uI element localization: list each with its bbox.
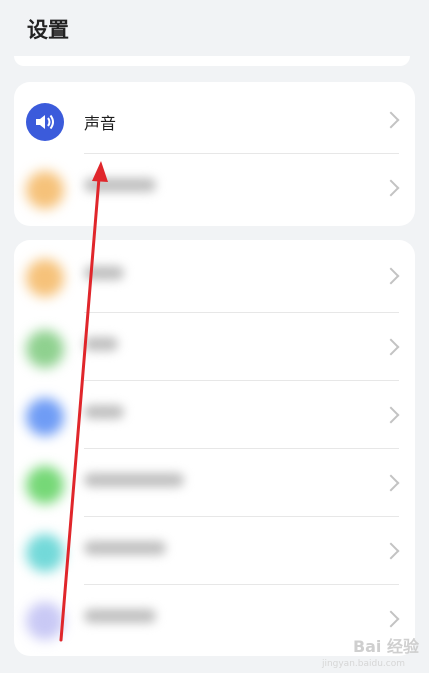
blurred-label xyxy=(84,541,166,555)
settings-item[interactable] xyxy=(14,449,415,517)
chevron-right-icon xyxy=(382,474,400,492)
blurred-label xyxy=(84,266,124,280)
chevron-right-icon xyxy=(382,542,400,560)
blurred-icon xyxy=(26,171,64,209)
blurred-label xyxy=(84,609,156,623)
watermark: Bai 经验 xyxy=(352,637,419,656)
settings-card-sound: 声音 xyxy=(14,82,415,226)
settings-item-label: 声音 xyxy=(84,114,117,133)
chevron-right-icon xyxy=(382,111,400,129)
blurred-icon xyxy=(26,466,64,504)
settings-card-more xyxy=(14,240,415,656)
blurred-label xyxy=(84,405,124,419)
settings-item[interactable] xyxy=(14,313,415,381)
blurred-label xyxy=(84,473,184,487)
page-title: 设置 xyxy=(27,18,69,42)
chevron-right-icon xyxy=(382,338,400,356)
settings-item-blurred[interactable] xyxy=(14,154,415,222)
blurred-icon xyxy=(26,330,64,368)
blurred-icon xyxy=(26,534,64,572)
chevron-right-icon xyxy=(382,406,400,424)
chevron-right-icon xyxy=(382,267,400,285)
blurred-icon xyxy=(26,398,64,436)
watermark-sub: jingyan.baidu.com xyxy=(321,659,405,669)
blurred-icon xyxy=(26,602,64,640)
blurred-label xyxy=(84,178,156,192)
chevron-right-icon xyxy=(382,610,400,628)
blurred-icon xyxy=(26,259,64,297)
previous-card-edge xyxy=(14,56,410,66)
settings-item-sound[interactable]: 声音 xyxy=(14,86,415,154)
chevron-right-icon xyxy=(382,179,400,197)
settings-item[interactable] xyxy=(14,381,415,449)
speaker-icon xyxy=(26,103,64,141)
settings-item[interactable] xyxy=(14,242,415,310)
blurred-label xyxy=(84,337,118,351)
settings-item[interactable] xyxy=(14,517,415,585)
